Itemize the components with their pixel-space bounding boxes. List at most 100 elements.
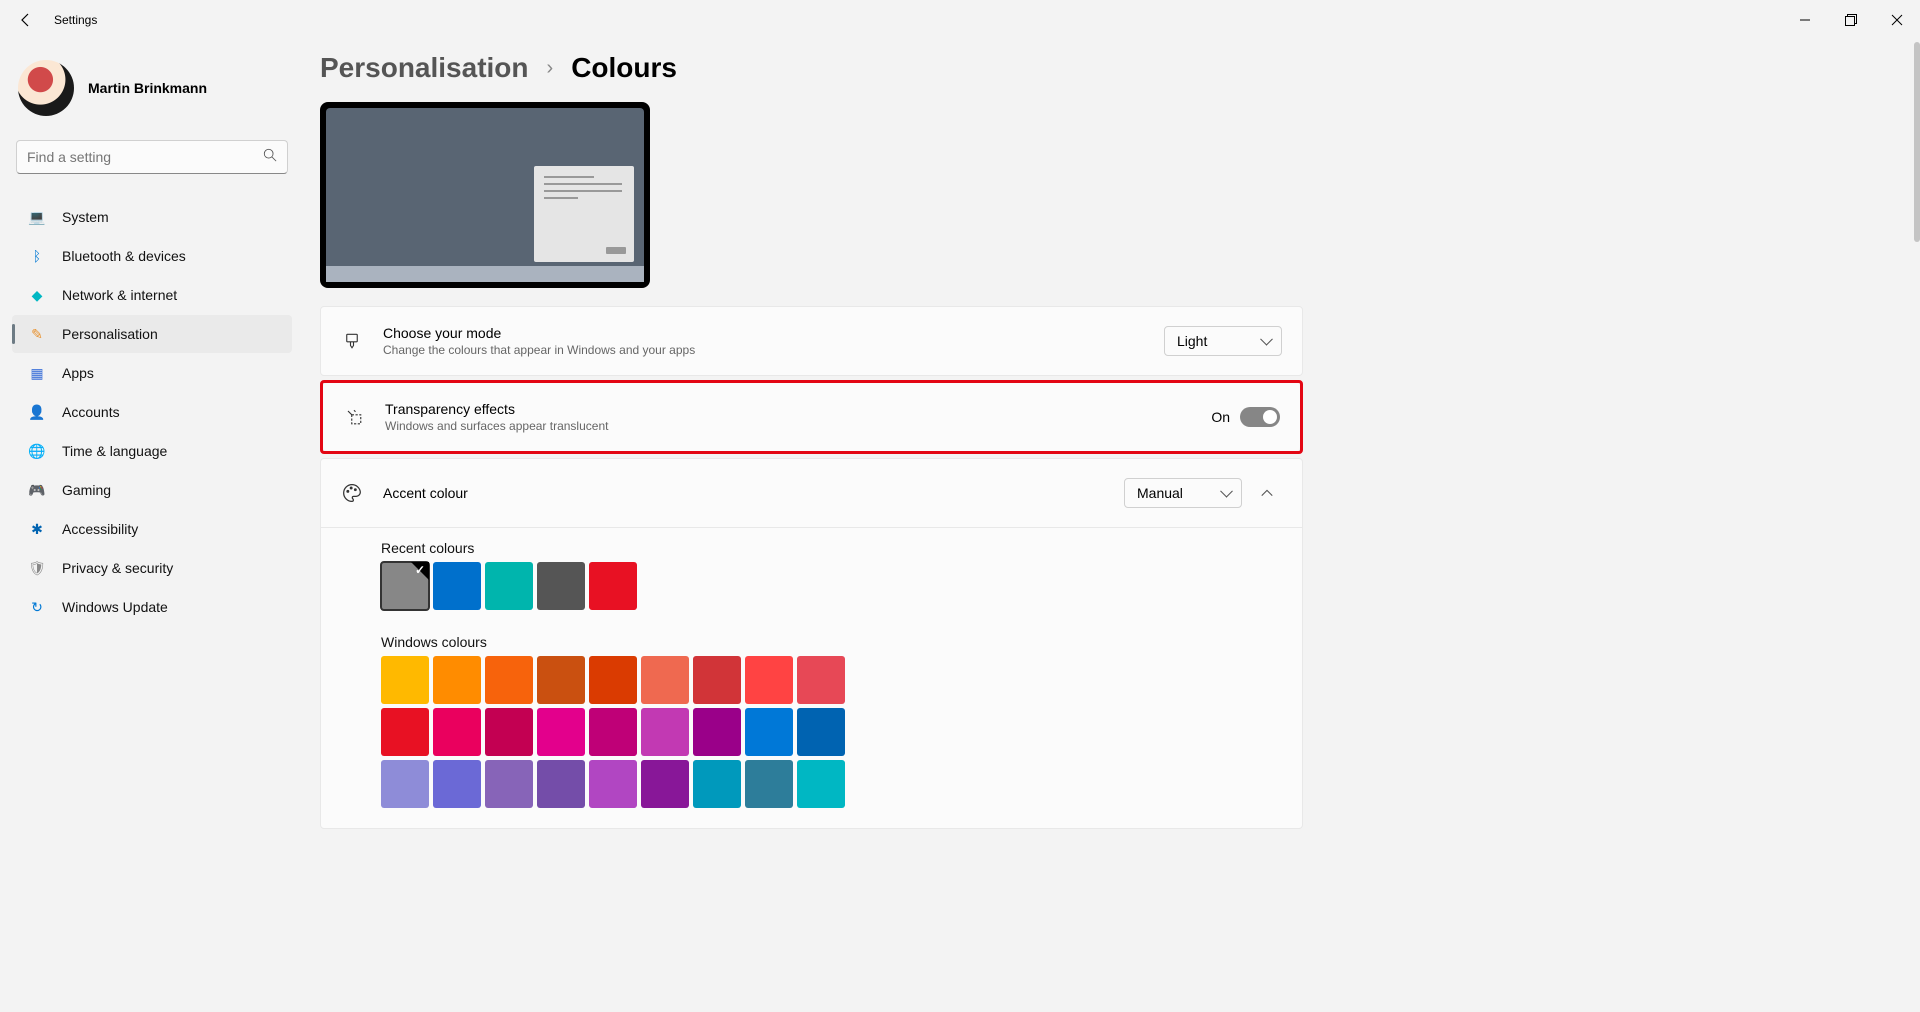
nav-item-accessibility[interactable]: ✱Accessibility <box>12 510 292 548</box>
transparency-subtitle: Windows and surfaces appear translucent <box>385 419 1211 433</box>
nav-label: Gaming <box>62 482 111 498</box>
windows-colour-swatch[interactable] <box>745 760 793 808</box>
nav-label: Personalisation <box>62 326 158 342</box>
windows-colour-swatch[interactable] <box>537 708 585 756</box>
nav-label: Privacy & security <box>62 560 173 576</box>
main-content: Personalisation › Colours Choose your mo… <box>320 52 1900 1012</box>
recent-colours-label: Recent colours <box>381 540 1242 556</box>
palette-icon <box>341 483 363 503</box>
transparency-toggle[interactable] <box>1240 407 1280 427</box>
user-name: Martin Brinkmann <box>88 80 207 96</box>
transparency-card: Transparency effects Windows and surface… <box>323 383 1300 451</box>
windows-colour-swatch[interactable] <box>797 656 845 704</box>
mode-card: Choose your mode Change the colours that… <box>320 306 1303 376</box>
nav-icon: ◆ <box>28 286 46 304</box>
accent-title: Accent colour <box>383 485 1124 501</box>
title-bar: Settings <box>0 0 1920 40</box>
nav-item-time-language[interactable]: 🌐 Time & language <box>12 432 292 470</box>
breadcrumb-current: Colours <box>571 52 677 84</box>
recent-colour-swatch[interactable] <box>537 562 585 610</box>
nav-item-windows-update[interactable]: ↻Windows Update <box>12 588 292 626</box>
nav-label: Network & internet <box>62 287 177 303</box>
nav-icon: 👤 <box>28 403 46 421</box>
windows-colours-label: Windows colours <box>381 634 1242 650</box>
windows-colour-swatch[interactable] <box>485 656 533 704</box>
scrollbar[interactable] <box>1914 42 1920 242</box>
sidebar: Martin Brinkmann 💻 System ᛒBluetooth & dev… <box>12 52 292 627</box>
back-button[interactable] <box>6 0 46 40</box>
windows-colour-swatch[interactable] <box>381 708 429 756</box>
nav-label: Time & language <box>62 443 167 459</box>
windows-colour-swatch[interactable] <box>381 760 429 808</box>
nav-item-network-internet[interactable]: ◆ Network & internet <box>12 276 292 314</box>
accent-card: Accent colour Manual Recent colours Wind… <box>320 458 1303 829</box>
nav-label: Windows Update <box>62 599 168 615</box>
accent-select[interactable]: Manual <box>1124 478 1242 508</box>
recent-colour-swatch[interactable] <box>433 562 481 610</box>
accent-collapse[interactable] <box>1252 486 1282 500</box>
windows-colour-swatch[interactable] <box>433 656 481 704</box>
nav-icon: 🛡 <box>28 559 46 577</box>
windows-colour-swatch[interactable] <box>381 656 429 704</box>
breadcrumb-parent[interactable]: Personalisation <box>320 52 529 84</box>
recent-colours-row <box>381 562 1242 610</box>
nav-item-privacy-security[interactable]: 🛡 Privacy & security <box>12 549 292 587</box>
nav-label: Accounts <box>62 404 120 420</box>
windows-colour-swatch[interactable] <box>641 656 689 704</box>
windows-colour-swatch[interactable] <box>693 708 741 756</box>
nav-item-personalisation[interactable]: ✎Personalisation <box>12 315 292 353</box>
recent-colour-swatch[interactable] <box>485 562 533 610</box>
windows-colour-swatch[interactable] <box>589 760 637 808</box>
profile[interactable]: Martin Brinkmann <box>12 52 292 136</box>
maximize-button[interactable] <box>1828 0 1874 40</box>
transparency-highlight: Transparency effects Windows and surface… <box>320 380 1303 454</box>
search-box[interactable] <box>16 140 288 174</box>
nav-icon: 💻 <box>28 208 46 226</box>
minimize-button[interactable] <box>1782 0 1828 40</box>
accent-colours-section: Recent colours Windows colours <box>321 527 1302 828</box>
nav-label: Apps <box>62 365 94 381</box>
nav-item-accounts[interactable]: 👤 Accounts <box>12 393 292 431</box>
windows-colours-grid <box>381 656 861 808</box>
windows-colour-swatch[interactable] <box>745 656 793 704</box>
nav-item-gaming[interactable]: 🎮 Gaming <box>12 471 292 509</box>
nav-item-apps[interactable]: ▦Apps <box>12 354 292 392</box>
windows-colour-swatch[interactable] <box>485 760 533 808</box>
close-button[interactable] <box>1874 0 1920 40</box>
nav-item-bluetooth-devices[interactable]: ᛒBluetooth & devices <box>12 237 292 275</box>
brush-icon <box>341 332 363 350</box>
nav-label: Accessibility <box>62 521 138 537</box>
mode-title: Choose your mode <box>383 325 1164 341</box>
desktop-preview <box>320 102 650 288</box>
nav-label: System <box>62 209 109 225</box>
windows-colour-swatch[interactable] <box>641 708 689 756</box>
windows-colour-swatch[interactable] <box>797 760 845 808</box>
window-controls <box>1782 0 1920 40</box>
recent-colour-swatch[interactable] <box>589 562 637 610</box>
search-input[interactable] <box>27 149 263 165</box>
windows-colour-swatch[interactable] <box>641 760 689 808</box>
windows-colour-swatch[interactable] <box>537 656 585 704</box>
breadcrumb: Personalisation › Colours <box>320 52 1890 84</box>
mode-subtitle: Change the colours that appear in Window… <box>383 343 1164 357</box>
chevron-right-icon: › <box>547 57 554 80</box>
windows-colour-swatch[interactable] <box>693 760 741 808</box>
nav-item-system[interactable]: 💻 System <box>12 198 292 236</box>
nav-icon: 🌐 <box>28 442 46 460</box>
windows-colour-swatch[interactable] <box>589 656 637 704</box>
nav-icon: 🎮 <box>28 481 46 499</box>
windows-colour-swatch[interactable] <box>485 708 533 756</box>
windows-colour-swatch[interactable] <box>537 760 585 808</box>
transparency-title: Transparency effects <box>385 401 1211 417</box>
avatar <box>18 60 74 116</box>
windows-colour-swatch[interactable] <box>693 656 741 704</box>
windows-colour-swatch[interactable] <box>589 708 637 756</box>
windows-colour-swatch[interactable] <box>433 708 481 756</box>
windows-colour-swatch[interactable] <box>797 708 845 756</box>
nav-label: Bluetooth & devices <box>62 248 186 264</box>
transparency-icon <box>343 408 365 426</box>
windows-colour-swatch[interactable] <box>745 708 793 756</box>
recent-colour-swatch[interactable] <box>381 562 429 610</box>
windows-colour-swatch[interactable] <box>433 760 481 808</box>
mode-select[interactable]: Light <box>1164 326 1282 356</box>
